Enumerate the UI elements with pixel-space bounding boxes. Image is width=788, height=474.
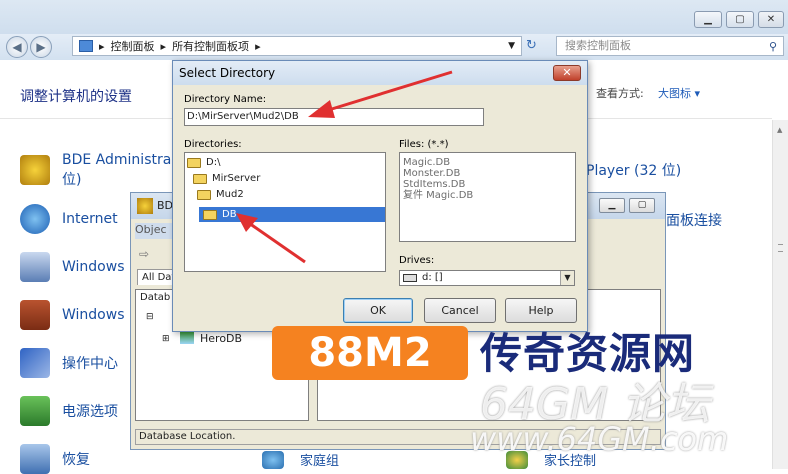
arrow-to-directory-name — [308, 70, 453, 118]
arrow-to-db-folder — [236, 213, 306, 264]
watermark-url: www.64GM.com — [470, 420, 729, 458]
watermark-badge: 88M2 — [272, 326, 468, 380]
